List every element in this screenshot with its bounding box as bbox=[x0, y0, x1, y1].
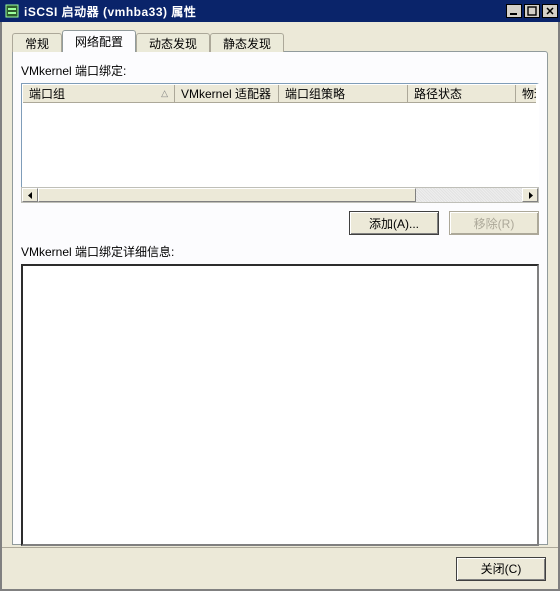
button-label: 添加(A)... bbox=[369, 215, 419, 232]
button-label: 移除(R) bbox=[474, 215, 515, 232]
titlebar[interactable]: iSCSI 启动器 (vmhba33) 属性 bbox=[0, 0, 560, 22]
scroll-left-button[interactable] bbox=[22, 188, 38, 202]
window-title: iSCSI 启动器 (vmhba33) 属性 bbox=[24, 3, 196, 20]
port-binding-list[interactable]: 端口组 △ VMkernel 适配器 端口组策略 路径状态 物理 bbox=[21, 83, 539, 187]
tab-label: 网络配置 bbox=[75, 33, 123, 50]
scrollbar-track[interactable] bbox=[38, 188, 522, 202]
column-label: 路径状态 bbox=[414, 85, 462, 102]
scroll-right-button[interactable] bbox=[522, 188, 538, 202]
tab-static-discovery[interactable]: 静态发现 bbox=[210, 33, 284, 52]
column-port-group-policy[interactable]: 端口组策略 bbox=[279, 85, 408, 103]
column-label: VMkernel 适配器 bbox=[181, 85, 271, 102]
column-physical[interactable]: 物理 bbox=[516, 85, 536, 103]
close-dialog-button[interactable]: 关闭(C) bbox=[456, 557, 546, 581]
maximize-button[interactable] bbox=[524, 4, 540, 18]
tab-strip: 常规 网络配置 动态发现 静态发现 bbox=[12, 30, 284, 52]
tab-dynamic-discovery[interactable]: 动态发现 bbox=[136, 33, 210, 52]
remove-button: 移除(R) bbox=[449, 211, 539, 235]
tab-panel: VMkernel 端口绑定: 端口组 △ VMkernel 适配器 端口组策略 … bbox=[12, 51, 548, 545]
list-button-row: 添加(A)... 移除(R) bbox=[13, 211, 539, 235]
dialog-footer: 关闭(C) bbox=[2, 547, 558, 591]
detail-info-label: VMkernel 端口绑定详细信息: bbox=[21, 243, 547, 260]
sort-ascending-icon: △ bbox=[161, 88, 168, 99]
column-label: 端口组策略 bbox=[285, 85, 345, 102]
tab-label: 动态发现 bbox=[149, 35, 197, 52]
column-port-group[interactable]: 端口组 △ bbox=[23, 85, 175, 103]
column-label: 端口组 bbox=[29, 85, 65, 102]
app-icon bbox=[4, 3, 20, 19]
dialog-client-area: 常规 网络配置 动态发现 静态发现 VMkernel 端口绑定: 端口组 △ V… bbox=[0, 22, 560, 591]
tab-network-config[interactable]: 网络配置 bbox=[62, 30, 136, 52]
column-path-status[interactable]: 路径状态 bbox=[408, 85, 516, 103]
scrollbar-thumb[interactable] bbox=[38, 188, 416, 202]
close-button[interactable] bbox=[542, 4, 558, 18]
column-vmkernel-adapter[interactable]: VMkernel 适配器 bbox=[175, 85, 279, 103]
column-label: 物理 bbox=[522, 85, 536, 102]
tab-label: 静态发现 bbox=[223, 35, 271, 52]
button-label: 关闭(C) bbox=[481, 560, 522, 577]
tab-general[interactable]: 常规 bbox=[12, 33, 62, 52]
add-button[interactable]: 添加(A)... bbox=[349, 211, 439, 235]
minimize-button[interactable] bbox=[506, 4, 522, 18]
detail-panel[interactable] bbox=[21, 264, 539, 546]
horizontal-scrollbar[interactable] bbox=[21, 187, 539, 203]
port-binding-label: VMkernel 端口绑定: bbox=[21, 62, 547, 79]
tab-label: 常规 bbox=[25, 35, 49, 52]
list-header-row: 端口组 △ VMkernel 适配器 端口组策略 路径状态 物理 bbox=[23, 85, 536, 103]
port-binding-list-area: 端口组 △ VMkernel 适配器 端口组策略 路径状态 物理 bbox=[21, 83, 539, 203]
